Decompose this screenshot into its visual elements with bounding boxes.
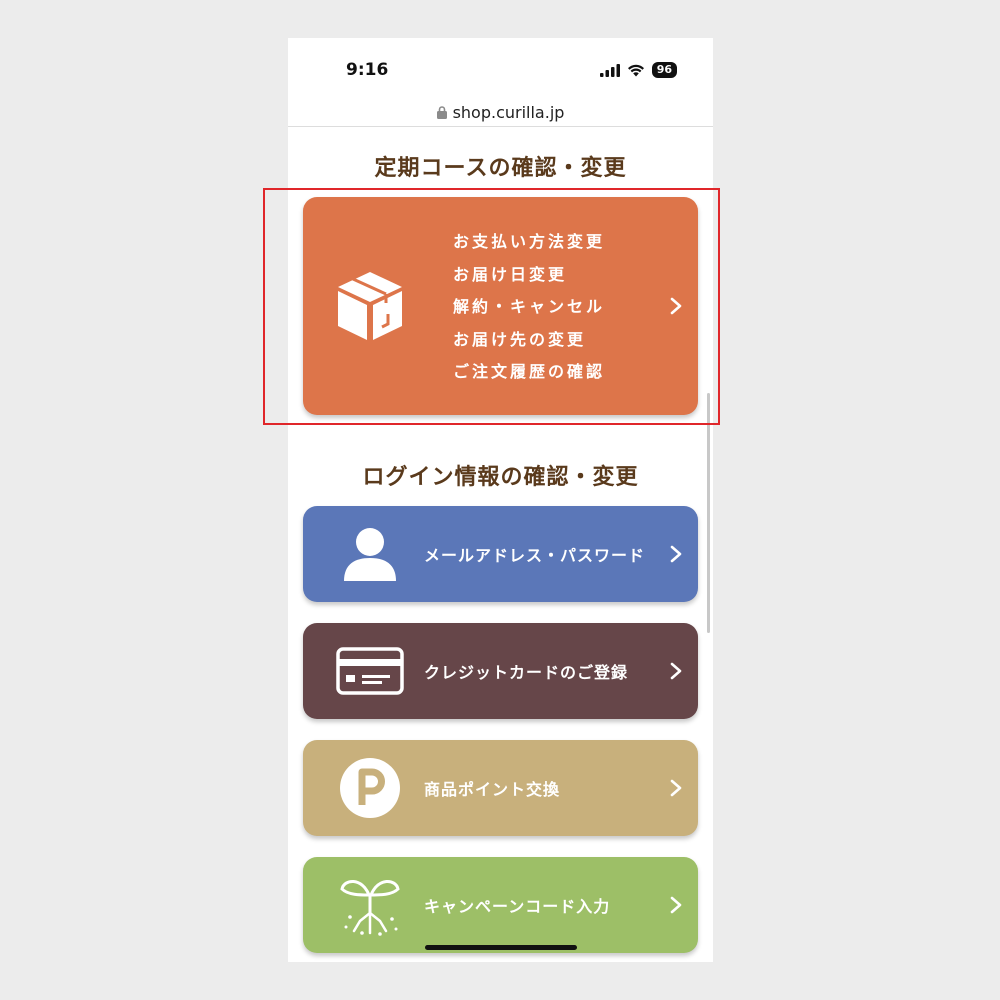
- url-bar-divider: [288, 126, 713, 127]
- point-exchange-button[interactable]: 商品ポイント交換: [303, 740, 698, 836]
- lock-icon: [436, 105, 447, 119]
- point-exchange-label: 商品ポイント交換: [424, 780, 561, 799]
- campaign-code-button[interactable]: キャンペーンコード入力: [303, 857, 698, 953]
- campaign-code-label: キャンペーンコード入力: [424, 897, 611, 916]
- battery-indicator: 96: [651, 62, 677, 78]
- point-p-icon: [335, 753, 405, 823]
- email-password-label: メールアドレス・パスワード: [424, 546, 646, 565]
- credit-card-button[interactable]: クレジットカードのご登録: [303, 623, 698, 719]
- wifi-icon: [627, 64, 644, 76]
- status-icons: 96: [599, 62, 677, 78]
- scrollbar[interactable]: [707, 393, 710, 633]
- home-indicator[interactable]: [425, 945, 577, 950]
- person-icon: [335, 519, 405, 589]
- signal-icon: [599, 63, 620, 77]
- credit-card-icon: [335, 636, 405, 706]
- course-section-title: 定期コースの確認・変更: [374, 156, 627, 181]
- sprout-icon: [335, 870, 405, 940]
- chevron-right-icon: [670, 662, 682, 680]
- highlight-frame: [263, 188, 720, 425]
- url-bar[interactable]: shop.curilla.jp: [288, 98, 713, 126]
- chevron-right-icon: [670, 545, 682, 563]
- phone-screen: 9:16 96 shop.curilla.jp 定期コースの確認・変更 お支払い…: [288, 38, 713, 962]
- status-bar: 9:16 96: [288, 38, 713, 100]
- chevron-right-icon: [670, 779, 682, 797]
- status-time: 9:16: [346, 60, 389, 80]
- email-password-button[interactable]: メールアドレス・パスワード: [303, 506, 698, 602]
- url-text: shop.curilla.jp: [452, 102, 565, 122]
- login-section-title: ログイン情報の確認・変更: [362, 465, 639, 490]
- chevron-right-icon: [670, 896, 682, 914]
- credit-card-label: クレジットカードのご登録: [424, 663, 629, 682]
